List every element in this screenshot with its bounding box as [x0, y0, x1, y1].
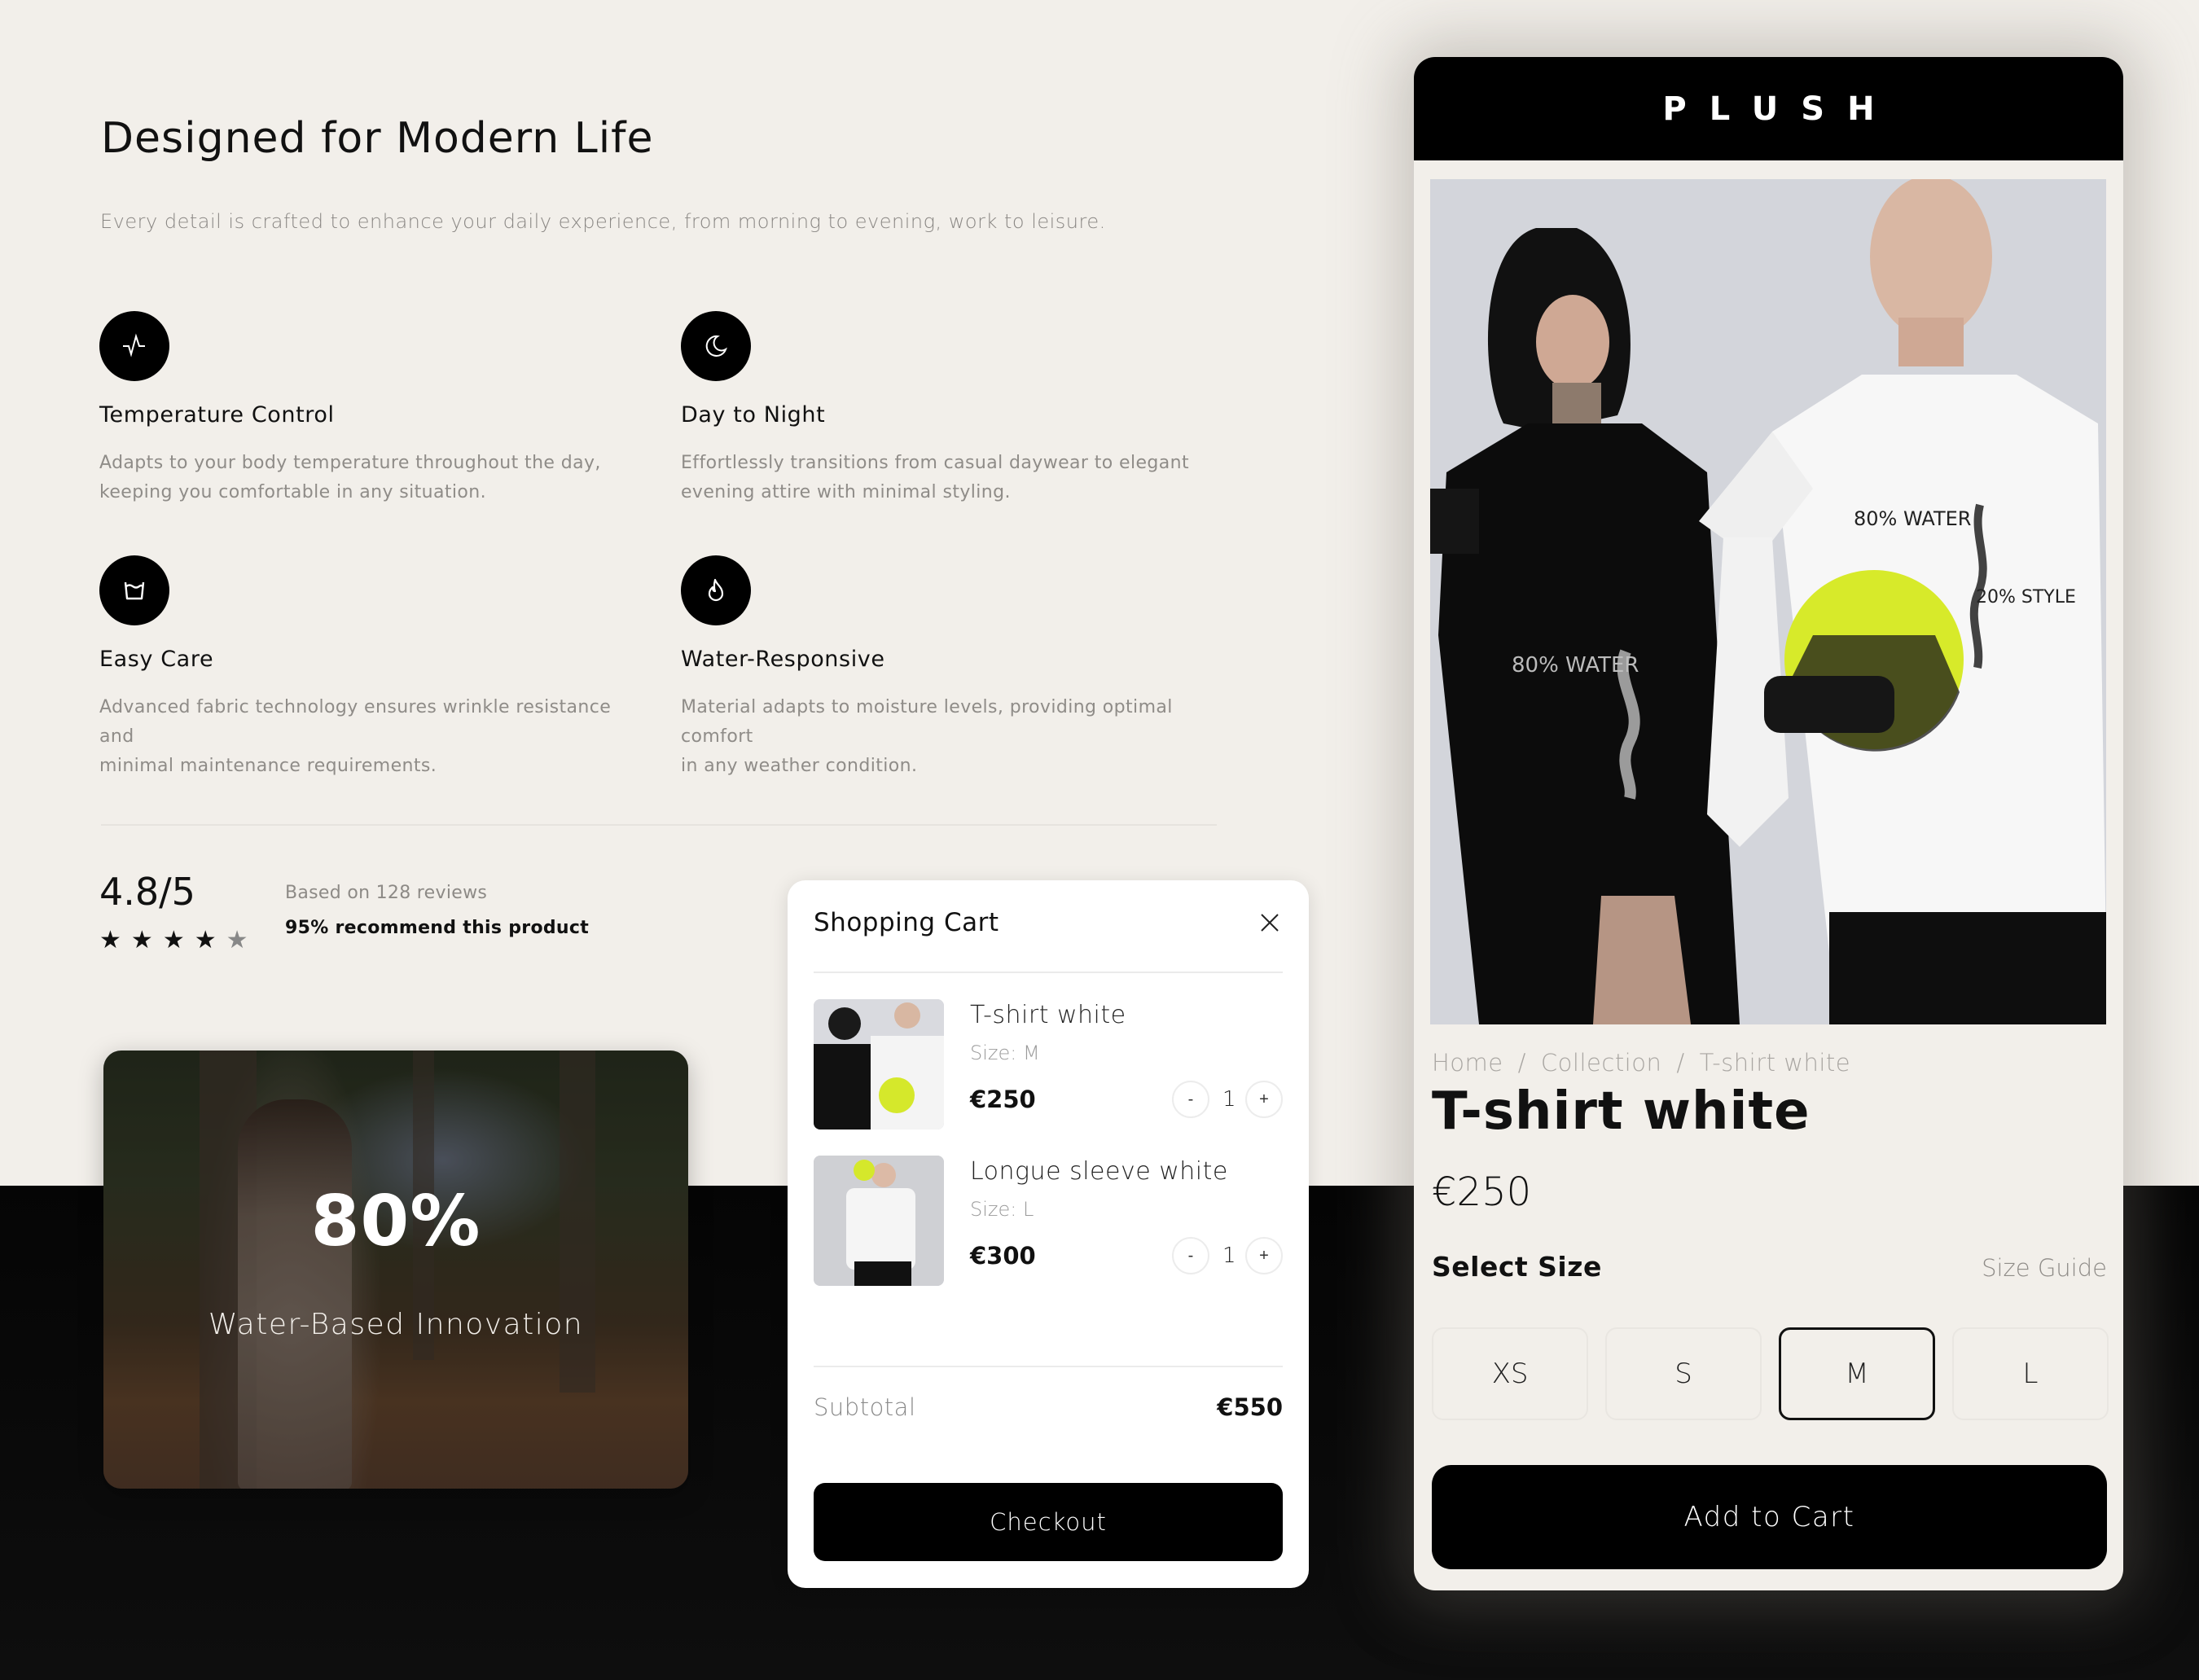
cart-item-thumbnail — [814, 1156, 944, 1286]
quantity-value: 1 — [1222, 1244, 1236, 1268]
decrement-button[interactable]: - — [1172, 1237, 1209, 1274]
cart-item: Longue sleeve white Size: L €300 - 1 + — [814, 1156, 1283, 1286]
shopping-cart-panel: Shopping Cart T-shirt white Size: M €250… — [788, 880, 1309, 1588]
feature-description: Material adapts to moisture levels, prov… — [681, 693, 1202, 781]
add-to-cart-button[interactable]: Add to Cart — [1432, 1465, 2107, 1569]
subtotal-label: Subtotal — [814, 1393, 916, 1421]
decrement-button[interactable]: - — [1172, 1081, 1209, 1118]
star-filled-icon: ★ — [99, 926, 121, 954]
section-divider — [101, 824, 1217, 826]
breadcrumb: Home / Collection / T-shirt white — [1432, 1049, 1850, 1077]
shirt-print-text: 80% WATER — [1854, 507, 1971, 530]
promo-card: 80% Water-Based Innovation — [103, 1051, 688, 1489]
cart-item-price: €250 — [970, 1086, 1036, 1113]
feature-temperature-control: Temperature Control Adapts to your body … — [99, 311, 621, 507]
section-title: Designed for Modern Life — [101, 114, 654, 163]
star-empty-icon: ★ — [226, 926, 248, 954]
wash-basin-icon — [99, 555, 169, 625]
feature-description-line: Effortlessly transitions from casual day… — [681, 453, 1190, 473]
product-title: T-shirt white — [1432, 1081, 1811, 1142]
recommend-rate: 95% recommend this product — [285, 918, 590, 938]
feature-description-line: Adapts to your body temperature througho… — [99, 453, 601, 473]
feature-description-line: Advanced fabric technology ensures wrink… — [99, 697, 612, 747]
star-filled-icon: ★ — [130, 926, 153, 954]
feature-water-responsive: Water-Responsive Material adapts to mois… — [681, 555, 1202, 781]
flame-icon — [681, 555, 751, 625]
cart-item-name: Longue sleeve white — [970, 1157, 1228, 1186]
star-filled-icon: ★ — [194, 926, 217, 954]
feature-easy-care: Easy Care Advanced fabric technology ens… — [99, 555, 621, 781]
feature-title: Temperature Control — [99, 402, 335, 428]
size-option-m[interactable]: M — [1779, 1327, 1935, 1420]
brand-header: PLUSH — [1414, 57, 2123, 160]
size-guide-link[interactable]: Size Guide — [1982, 1254, 2107, 1282]
promo-headline: 80% — [310, 1181, 481, 1262]
subtotal-value: €550 — [1217, 1393, 1283, 1421]
cart-divider — [814, 972, 1283, 973]
select-size-label: Select Size — [1432, 1251, 1602, 1283]
product-price: €250 — [1432, 1169, 1532, 1215]
feature-description-line: in any weather condition. — [681, 756, 918, 776]
quantity-stepper: - 1 + — [1172, 1081, 1283, 1118]
brand-logo[interactable]: PLUSH — [1639, 90, 1897, 128]
feature-description-line: minimal maintenance requirements. — [99, 756, 437, 776]
increment-button[interactable]: + — [1245, 1237, 1283, 1274]
product-detail-card: PLUSH 80% WATER 80% WATER 20% STYLE Home… — [1414, 57, 2123, 1590]
feature-description: Adapts to your body temperature througho… — [99, 449, 621, 507]
cart-item-size: Size: L — [970, 1198, 1034, 1221]
quantity-value: 1 — [1222, 1087, 1236, 1112]
breadcrumb-separator: / — [1676, 1049, 1685, 1077]
feature-description: Advanced fabric technology ensures wrink… — [99, 693, 621, 781]
pulse-icon — [99, 311, 169, 381]
product-photo: 80% WATER 80% WATER 20% STYLE — [1430, 179, 2106, 1024]
star-filled-icon: ★ — [162, 926, 185, 954]
shirt-print-text: 20% STYLE — [1976, 587, 2076, 608]
moon-icon — [681, 311, 751, 381]
feature-title: Water-Responsive — [681, 647, 885, 672]
increment-button[interactable]: + — [1245, 1081, 1283, 1118]
feature-description-line: evening attire with minimal styling. — [681, 482, 1011, 502]
cart-item: T-shirt white Size: M €250 - 1 + — [814, 999, 1283, 1130]
feature-description: Effortlessly transitions from casual day… — [681, 449, 1202, 507]
size-option-l[interactable]: L — [1952, 1327, 2109, 1420]
promo-overlay — [103, 1051, 688, 1489]
size-option-xs[interactable]: XS — [1432, 1327, 1588, 1420]
rating-value: 4.8/5 — [99, 870, 195, 914]
feature-title: Easy Care — [99, 647, 214, 672]
cart-divider — [814, 1366, 1283, 1367]
feature-description-line: keeping you comfortable in any situation… — [99, 482, 487, 502]
breadcrumb-collection[interactable]: Collection — [1541, 1049, 1661, 1077]
cart-item-size: Size: M — [970, 1042, 1040, 1064]
size-option-s[interactable]: S — [1605, 1327, 1762, 1420]
section-subtitle: Every detail is crafted to enhance your … — [100, 210, 1106, 233]
cart-item-price: €300 — [970, 1242, 1036, 1270]
checkout-button[interactable]: Checkout — [814, 1483, 1283, 1561]
review-count: Based on 128 reviews — [285, 883, 488, 903]
product-photo-illustration: 80% WATER 80% WATER 20% STYLE — [1430, 179, 2106, 1024]
promo-subtitle: Water-Based Innovation — [208, 1308, 584, 1341]
size-selector: XS S M L — [1432, 1327, 2109, 1420]
feature-description-line: Material adapts to moisture levels, prov… — [681, 697, 1173, 747]
breadcrumb-current: T-shirt white — [1699, 1049, 1851, 1077]
breadcrumb-home[interactable]: Home — [1432, 1049, 1503, 1077]
cart-item-name: T-shirt white — [970, 1001, 1126, 1029]
cart-title: Shopping Cart — [814, 908, 999, 937]
breadcrumb-separator: / — [1517, 1049, 1526, 1077]
close-icon[interactable] — [1258, 911, 1281, 934]
rating-stars: ★ ★ ★ ★ ★ — [99, 928, 248, 953]
feature-title: Day to Night — [681, 402, 826, 428]
quantity-stepper: - 1 + — [1172, 1237, 1283, 1274]
feature-day-to-night: Day to Night Effortlessly transitions fr… — [681, 311, 1202, 507]
cart-item-thumbnail — [814, 999, 944, 1130]
